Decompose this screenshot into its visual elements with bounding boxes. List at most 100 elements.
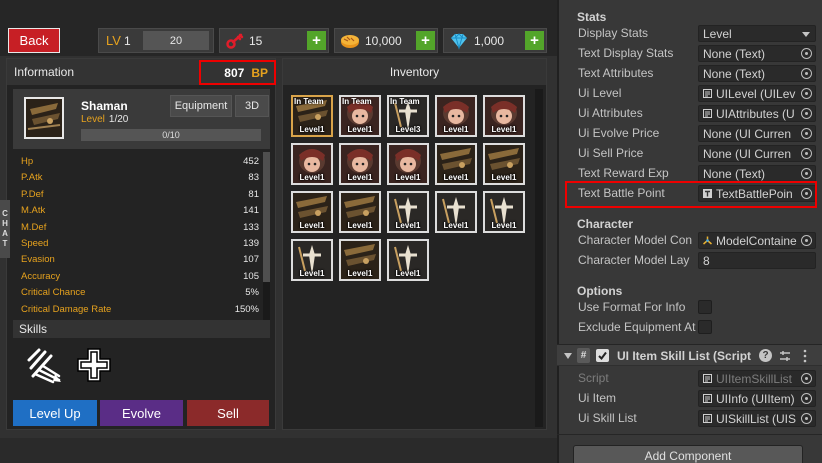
object-picker-icon[interactable]	[801, 393, 812, 404]
inventory-slot[interactable]: Level1	[339, 239, 381, 281]
field-value: UIItemSkillList	[698, 370, 816, 387]
inspector-field-row: Use Format For Info	[578, 298, 818, 318]
stat-name: M.Def	[21, 221, 47, 233]
field-value[interactable]: None (Text)	[698, 165, 816, 182]
field-value[interactable]: None (UI Curren	[698, 125, 816, 142]
slot-level: Level1	[395, 269, 421, 278]
level-up-button[interactable]: Level Up	[13, 400, 97, 426]
evolve-button[interactable]: Evolve	[100, 400, 183, 426]
field-value[interactable]: UIInfo (UIItem)	[698, 390, 816, 407]
field-value[interactable]: UIAttributes (U	[698, 105, 816, 122]
stat-row: Accuracy 105	[21, 271, 259, 287]
object-picker-icon[interactable]	[801, 128, 812, 139]
inventory-slot[interactable]: Level1	[339, 143, 381, 185]
inventory-slot[interactable]: Level1	[387, 239, 429, 281]
inventory-slot[interactable]: Level1	[291, 191, 333, 233]
stat-name: P.Atk	[21, 172, 43, 184]
inventory-slot[interactable]: Level1	[291, 143, 333, 185]
field-value[interactable]: UILevel (UILev	[698, 85, 816, 102]
inventory-slot[interactable]: In Team Level1	[291, 95, 333, 137]
inspector-field-row: Ui Evolve Price None (UI Curren	[578, 124, 818, 144]
inventory-slot[interactable]: In Team Level1	[339, 95, 381, 137]
inspector-field-row: Ui Attributes UIAttributes (U	[578, 104, 818, 124]
object-picker-icon[interactable]	[801, 235, 812, 246]
shaman-portrait-icon	[26, 99, 62, 137]
equipment-button[interactable]: Equipment	[170, 95, 232, 117]
inventory-slot[interactable]: Level1	[291, 239, 333, 281]
help-icon[interactable]: ?	[759, 349, 772, 362]
field-value-text: None (Text)	[703, 66, 766, 81]
dropdown-arrow-icon[interactable]	[802, 32, 810, 37]
add-currency2-button[interactable]: +	[416, 31, 435, 50]
field-value[interactable]: 8	[698, 252, 816, 269]
field-value[interactable]: UISkillList (UIS	[698, 410, 816, 427]
inventory-slot[interactable]: Level1	[339, 191, 381, 233]
foldout-arrow-icon[interactable]	[563, 351, 573, 361]
field-label: Ui Attributes	[578, 106, 643, 120]
inventory-slot[interactable]: Level1	[435, 143, 477, 185]
add-component-button[interactable]: Add Component	[573, 445, 803, 463]
object-picker-icon[interactable]	[801, 413, 812, 424]
inventory-slot[interactable]: Level1	[483, 143, 525, 185]
sell-button[interactable]: Sell	[187, 400, 269, 426]
stats-scrollbar[interactable]	[263, 152, 270, 320]
slot-level: Level1	[299, 125, 325, 134]
inventory-scrollbar[interactable]	[535, 89, 543, 427]
inventory-slot[interactable]: Level1	[483, 95, 525, 137]
option-checkbox[interactable]	[698, 300, 712, 314]
object-picker-icon[interactable]	[801, 373, 812, 384]
field-value[interactable]: None (UI Curren	[698, 145, 816, 162]
inspector-panel: Stats Display Stats Level Text Display Sta…	[557, 0, 822, 463]
script-icon: #	[577, 348, 590, 363]
object-picker-icon[interactable]	[801, 88, 812, 99]
back-button[interactable]: Back	[8, 28, 60, 53]
xp-bar: 0/10	[81, 129, 261, 141]
character-name: Shaman	[81, 99, 128, 113]
key-icon	[226, 33, 244, 49]
level-value: 1	[123, 33, 131, 48]
object-picker-icon[interactable]	[801, 168, 812, 179]
object-picker-icon[interactable]	[801, 148, 812, 159]
component-header[interactable]: # UI Item Skill List (Script ?	[557, 344, 822, 366]
currency-gold-chip: 10,000 +	[334, 28, 438, 53]
object-picker-icon[interactable]	[801, 108, 812, 119]
inventory-slot[interactable]: Level1	[435, 191, 477, 233]
add-currency3-button[interactable]: +	[525, 31, 544, 50]
inventory-slot[interactable]: In Team Level3	[387, 95, 429, 137]
heal-cross-skill-icon[interactable]	[75, 346, 113, 384]
stats-scrollbar-thumb[interactable]	[263, 152, 270, 282]
kebab-menu-icon[interactable]	[802, 349, 808, 363]
field-value[interactable]: None (Text)	[698, 45, 816, 62]
field-value[interactable]: ModelContaine	[698, 232, 816, 249]
inventory-panel: Inventory In Team Level1 In Team Level1 In T…	[282, 58, 547, 430]
inventory-slot[interactable]: Level1	[435, 95, 477, 137]
object-picker-icon[interactable]	[801, 48, 812, 59]
object-picker-icon[interactable]	[801, 68, 812, 79]
chat-tab[interactable]: C H A T	[0, 200, 10, 258]
option-checkbox[interactable]	[698, 320, 712, 334]
inventory-grid: In Team Level1 In Team Level1 In Team Level3 L…	[291, 95, 531, 285]
stat-row: Hp 452	[21, 156, 259, 172]
information-panel: Information 807 BP Shaman Level 1/20 0/1…	[6, 58, 276, 430]
preset-icon[interactable]	[778, 349, 792, 363]
stat-name: M.Atk	[21, 205, 46, 217]
slot-level: Level1	[491, 125, 517, 134]
inspector-field-row: Text Display Stats None (Text)	[578, 44, 818, 64]
slot-level: Level1	[299, 221, 325, 230]
inspector-field-row: Character Model Lay 8	[578, 251, 818, 271]
component-enabled-checkbox[interactable]	[596, 349, 609, 362]
field-value-text: UIInfo (UIItem)	[716, 391, 795, 406]
xp-text: 0/10	[162, 130, 180, 140]
arrows-skill-icon[interactable]	[25, 346, 63, 384]
3d-button[interactable]: 3D	[235, 95, 269, 117]
inventory-slot[interactable]: Level1	[483, 191, 525, 233]
level-input[interactable]: 20	[143, 31, 209, 50]
character-portrait	[24, 97, 64, 139]
field-value[interactable]: Level	[698, 25, 816, 42]
inventory-slot[interactable]: Level1	[387, 143, 429, 185]
field-value[interactable]: None (Text)	[698, 65, 816, 82]
inventory-slot[interactable]: Level1	[387, 191, 429, 233]
chat-letter: T	[2, 239, 8, 248]
add-currency1-button[interactable]: +	[307, 31, 326, 50]
stat-name: Speed	[21, 238, 49, 249]
